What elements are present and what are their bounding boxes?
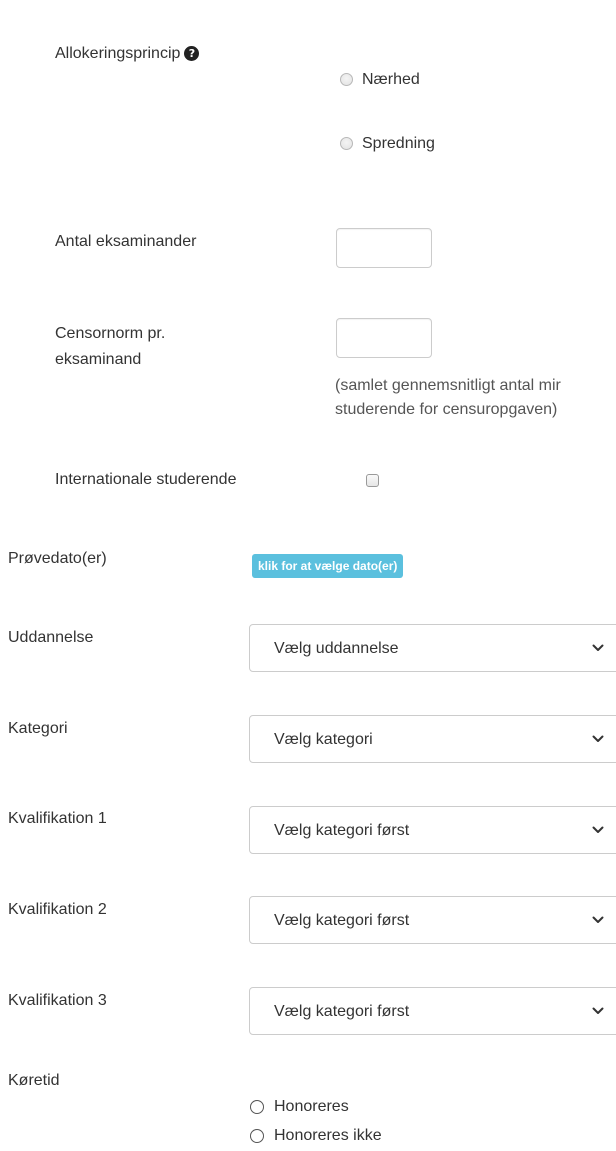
qualification2-label: Kvalifikation 2 — [8, 901, 107, 918]
examinees-input[interactable] — [336, 228, 432, 268]
qualification2-selected-value: Vælg kategori først — [274, 912, 410, 929]
select-dates-button[interactable]: klik for at vælge dato(er) — [252, 554, 404, 578]
travel-time-option-unpaid-label: Honoreres ikke — [274, 1127, 382, 1144]
censor-norm-help-line2: studerende for censuropgaven) — [335, 401, 558, 418]
allocation-label: Allokeringsprincip? — [55, 43, 200, 65]
qualification3-selected-value: Vælg kategori først — [274, 1003, 410, 1020]
travel-time-radio-unpaid[interactable] — [250, 1129, 264, 1143]
qualification1-select[interactable]: Vælg kategori først — [249, 806, 616, 854]
allocation-radio-proximity[interactable] — [340, 73, 353, 86]
censor-norm-input[interactable] — [336, 318, 432, 358]
qualification3-label: Kvalifikation 3 — [8, 992, 107, 1009]
international-label: Internationale studerende — [55, 471, 237, 488]
travel-time-option-paid-label: Honoreres — [274, 1098, 349, 1115]
censor-norm-label-line2: eksaminand — [55, 351, 142, 368]
chevron-down-icon — [592, 916, 604, 923]
chevron-down-icon — [592, 826, 604, 833]
education-label: Uddannelse — [8, 629, 94, 646]
category-label: Kategori — [8, 720, 68, 737]
category-select[interactable]: Vælg kategori — [249, 715, 616, 763]
exam-dates-label: Prøvedato(er) — [8, 550, 107, 567]
censor-norm-help-line1: (samlet gennemsnitligt antal mir — [335, 377, 561, 394]
education-selected-value: Vælg uddannelse — [274, 640, 399, 657]
category-selected-value: Vælg kategori — [274, 731, 373, 748]
education-select[interactable]: Vælg uddannelse — [249, 624, 616, 672]
chevron-down-icon — [592, 644, 604, 651]
allocation-radio-spread[interactable] — [340, 137, 353, 150]
qualification1-selected-value: Vælg kategori først — [274, 822, 410, 839]
allocation-label-text: Allokeringsprincip — [55, 45, 181, 62]
qualification2-select[interactable]: Vælg kategori først — [249, 896, 616, 944]
qualification3-select[interactable]: Vælg kategori først — [249, 987, 616, 1035]
chevron-down-icon — [592, 1007, 604, 1014]
chevron-down-icon — [592, 735, 604, 742]
examinees-label: Antal eksaminander — [55, 233, 197, 250]
question-circle-icon[interactable]: ? — [184, 46, 200, 61]
censor-norm-label-line1: Censornorm pr. — [55, 325, 166, 342]
allocation-option-spread-label: Spredning — [362, 135, 435, 152]
travel-time-radio-paid[interactable] — [250, 1100, 264, 1114]
international-checkbox[interactable] — [366, 474, 379, 487]
allocation-option-proximity-label: Nærhed — [362, 71, 420, 88]
qualification1-label: Kvalifikation 1 — [8, 810, 107, 827]
travel-time-label: Køretid — [8, 1072, 60, 1089]
